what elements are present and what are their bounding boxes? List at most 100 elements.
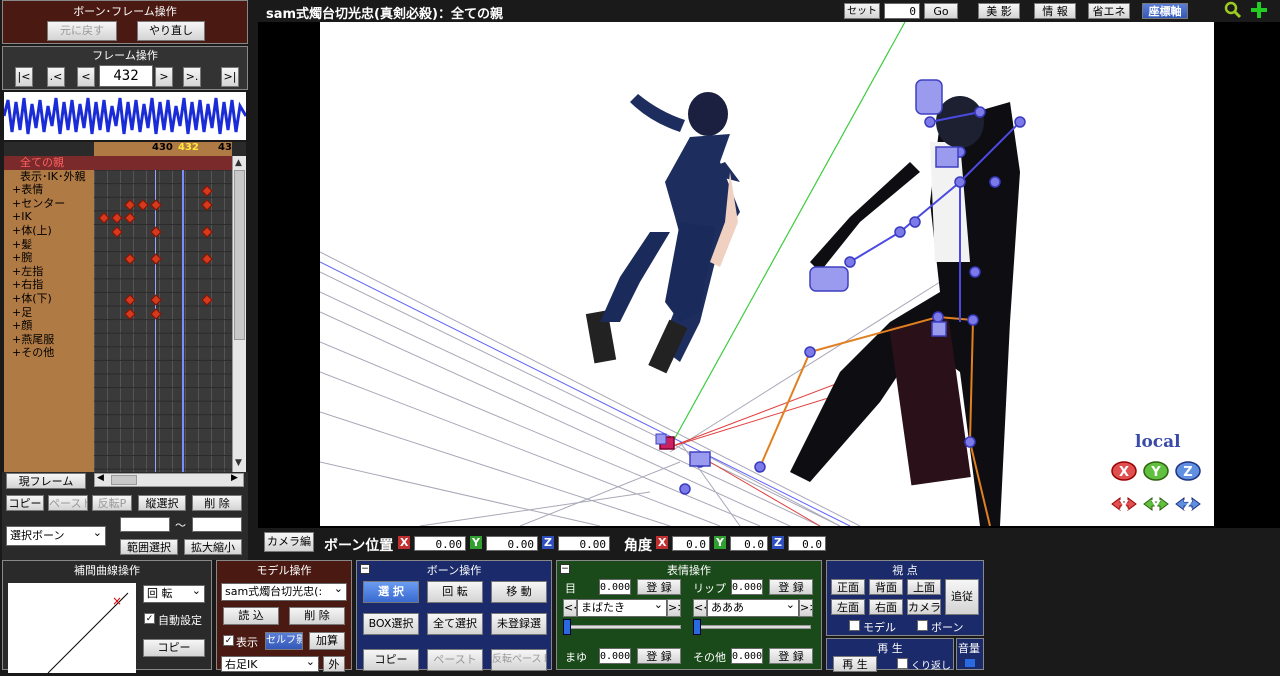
view-top-button[interactable]: 上面 <box>907 579 941 595</box>
row-label[interactable]: +表情 <box>10 183 98 197</box>
view-left-button[interactable]: 左面 <box>831 599 865 615</box>
lip-prev-button[interactable]: << <box>693 599 707 617</box>
3d-canvas[interactable]: local X Y Z X Y Z <box>320 22 1214 526</box>
select-bone-button[interactable]: 選 択 <box>363 581 419 603</box>
other-value-input[interactable]: 0.000 <box>731 648 763 664</box>
rotate-bone-button[interactable]: 回 転 <box>427 581 483 603</box>
last-frame-button[interactable]: >| <box>221 67 239 87</box>
reverse-paste-button[interactable]: 反転P <box>92 495 132 511</box>
volume-slider-thumb[interactable] <box>965 659 975 667</box>
interp-copy-button[interactable]: コピー <box>143 639 205 657</box>
row-label[interactable]: +センター <box>10 197 98 211</box>
eye-register-button[interactable]: 登 録 <box>637 579 681 595</box>
range-select-button[interactable]: 範囲選択 <box>120 539 178 555</box>
hscroll-right-icon[interactable]: ▶ <box>231 473 238 483</box>
selection-type-select[interactable]: 選択ボーン <box>6 526 106 546</box>
row-label[interactable]: 全ての親 <box>10 156 98 170</box>
eye-value-input[interactable]: 0.000 <box>599 579 631 595</box>
model-load-button[interactable]: 読 込 <box>223 607 279 625</box>
box-select-button[interactable]: BOX選択 <box>363 613 419 635</box>
delete-frame-button[interactable]: 削 除 <box>192 495 242 511</box>
select-all-button[interactable]: 全て選択 <box>427 613 483 635</box>
first-frame-button[interactable]: |< <box>15 67 33 87</box>
interp-curve[interactable]: × <box>8 583 136 674</box>
axis-gizmo[interactable]: X Y Z X Y Z <box>1110 460 1210 520</box>
scroll-thumb[interactable] <box>234 170 245 340</box>
copy-button[interactable]: コピー <box>6 495 44 511</box>
current-frame-button[interactable]: 現フレーム <box>6 473 86 489</box>
set-value-input[interactable]: 0 <box>884 3 920 19</box>
row-label[interactable]: +足 <box>10 306 98 320</box>
brow-register-button[interactable]: 登 録 <box>637 648 681 664</box>
frame-number-input[interactable]: 432 <box>99 65 153 87</box>
lip-register-button[interactable]: 登 録 <box>769 579 813 595</box>
timeline-hscroll[interactable]: ◀ ▶ <box>94 473 244 487</box>
timeline[interactable]: 430 432 43 全ての親 表示･IK･外親 +表情 +センター +IK +… <box>4 142 246 472</box>
ang-x-input[interactable]: 0.0 <box>672 536 710 551</box>
bishadow-button[interactable]: 美 影 <box>978 3 1020 19</box>
self-shadow-button[interactable]: セルフ影 <box>265 632 303 650</box>
view-right-button[interactable]: 右面 <box>869 599 903 615</box>
hscroll-left-icon[interactable]: ◀ <box>97 473 104 483</box>
lip-morph-select[interactable]: あああ <box>707 599 799 617</box>
row-label[interactable]: 表示･IK･外親 <box>10 170 98 184</box>
interp-type-select[interactable]: 回 転 <box>143 585 205 603</box>
eye-slider[interactable] <box>565 625 681 629</box>
ang-y-input[interactable]: 0.0 <box>730 536 768 551</box>
vertical-select-button[interactable]: 縦選択 <box>138 495 186 511</box>
row-label[interactable]: +体(上) <box>10 224 98 238</box>
row-label[interactable]: +顔 <box>10 319 98 333</box>
row-label[interactable]: +IK <box>10 210 98 224</box>
scroll-up-icon[interactable]: ▲ <box>235 158 242 168</box>
eye-morph-select[interactable]: まばたき <box>577 599 667 617</box>
view-back-button[interactable]: 背面 <box>869 579 903 595</box>
bone-reverse-paste-button[interactable]: 反転ペースト <box>491 649 547 671</box>
timeline-vscroll[interactable]: ▲ ▼ <box>232 156 246 472</box>
model-select[interactable]: sam式燭台切光忠(: <box>221 583 347 601</box>
pos-y-input[interactable]: 0.00 <box>486 536 538 551</box>
other-register-button[interactable]: 登 録 <box>769 648 813 664</box>
bone-paste-button[interactable]: ペースト <box>427 649 483 671</box>
auto-checkbox[interactable]: ✓ <box>144 613 155 624</box>
row-label[interactable]: +燕尾服 <box>10 333 98 347</box>
camera-edit-button[interactable]: カメラ編 <box>264 532 314 552</box>
show-checkbox[interactable]: ✓ <box>223 635 234 646</box>
view-bone-checkbox[interactable] <box>917 620 928 631</box>
paste-button[interactable]: ペースト <box>48 495 88 511</box>
lip-value-input[interactable]: 0.000 <box>731 579 763 595</box>
lip-next-button[interactable]: >> <box>799 599 813 617</box>
row-label[interactable]: +体(下) <box>10 292 98 306</box>
row-label[interactable]: +腕 <box>10 251 98 265</box>
row-label[interactable]: +右指 <box>10 278 98 292</box>
view-front-button[interactable]: 正面 <box>831 579 865 595</box>
view-camera-button[interactable]: カメラ <box>907 599 941 615</box>
row-label[interactable]: +髪 <box>10 238 98 252</box>
lip-slider[interactable] <box>695 625 811 629</box>
ang-z-input[interactable]: 0.0 <box>788 536 826 551</box>
scale-button[interactable]: 拡大縮小 <box>184 539 242 555</box>
go-button[interactable]: Go <box>924 3 958 19</box>
eye-prev-button[interactable]: << <box>563 599 577 617</box>
range-end-input[interactable] <box>192 517 242 532</box>
next-key-button[interactable]: >. <box>183 67 201 87</box>
view-follow-button[interactable]: 追従 <box>945 579 979 615</box>
hscroll-thumb[interactable] <box>111 475 137 485</box>
row-label[interactable]: +その他 <box>10 346 98 360</box>
loop-checkbox[interactable] <box>897 658 908 669</box>
brow-value-input[interactable]: 0.000 <box>599 648 631 664</box>
prev-key-button[interactable]: .< <box>47 67 65 87</box>
row-label[interactable]: +左指 <box>10 265 98 279</box>
axis-button[interactable]: 座標軸 <box>1142 3 1188 19</box>
view-model-checkbox[interactable] <box>849 620 860 631</box>
lip-slider-thumb[interactable] <box>693 619 701 635</box>
undo-button[interactable]: 元に戻す <box>47 21 117 41</box>
add-blend-button[interactable]: 加算 <box>309 632 345 650</box>
set-button[interactable]: セット <box>844 3 880 19</box>
zoom-icon[interactable] <box>1224 1 1242 19</box>
model-delete-button[interactable]: 削 除 <box>289 607 345 625</box>
next-frame-button[interactable]: > <box>155 67 173 87</box>
eco-button[interactable]: 省エネ <box>1088 3 1130 19</box>
prev-frame-button[interactable]: < <box>77 67 95 87</box>
pos-z-input[interactable]: 0.00 <box>558 536 610 551</box>
eye-slider-thumb[interactable] <box>563 619 571 635</box>
